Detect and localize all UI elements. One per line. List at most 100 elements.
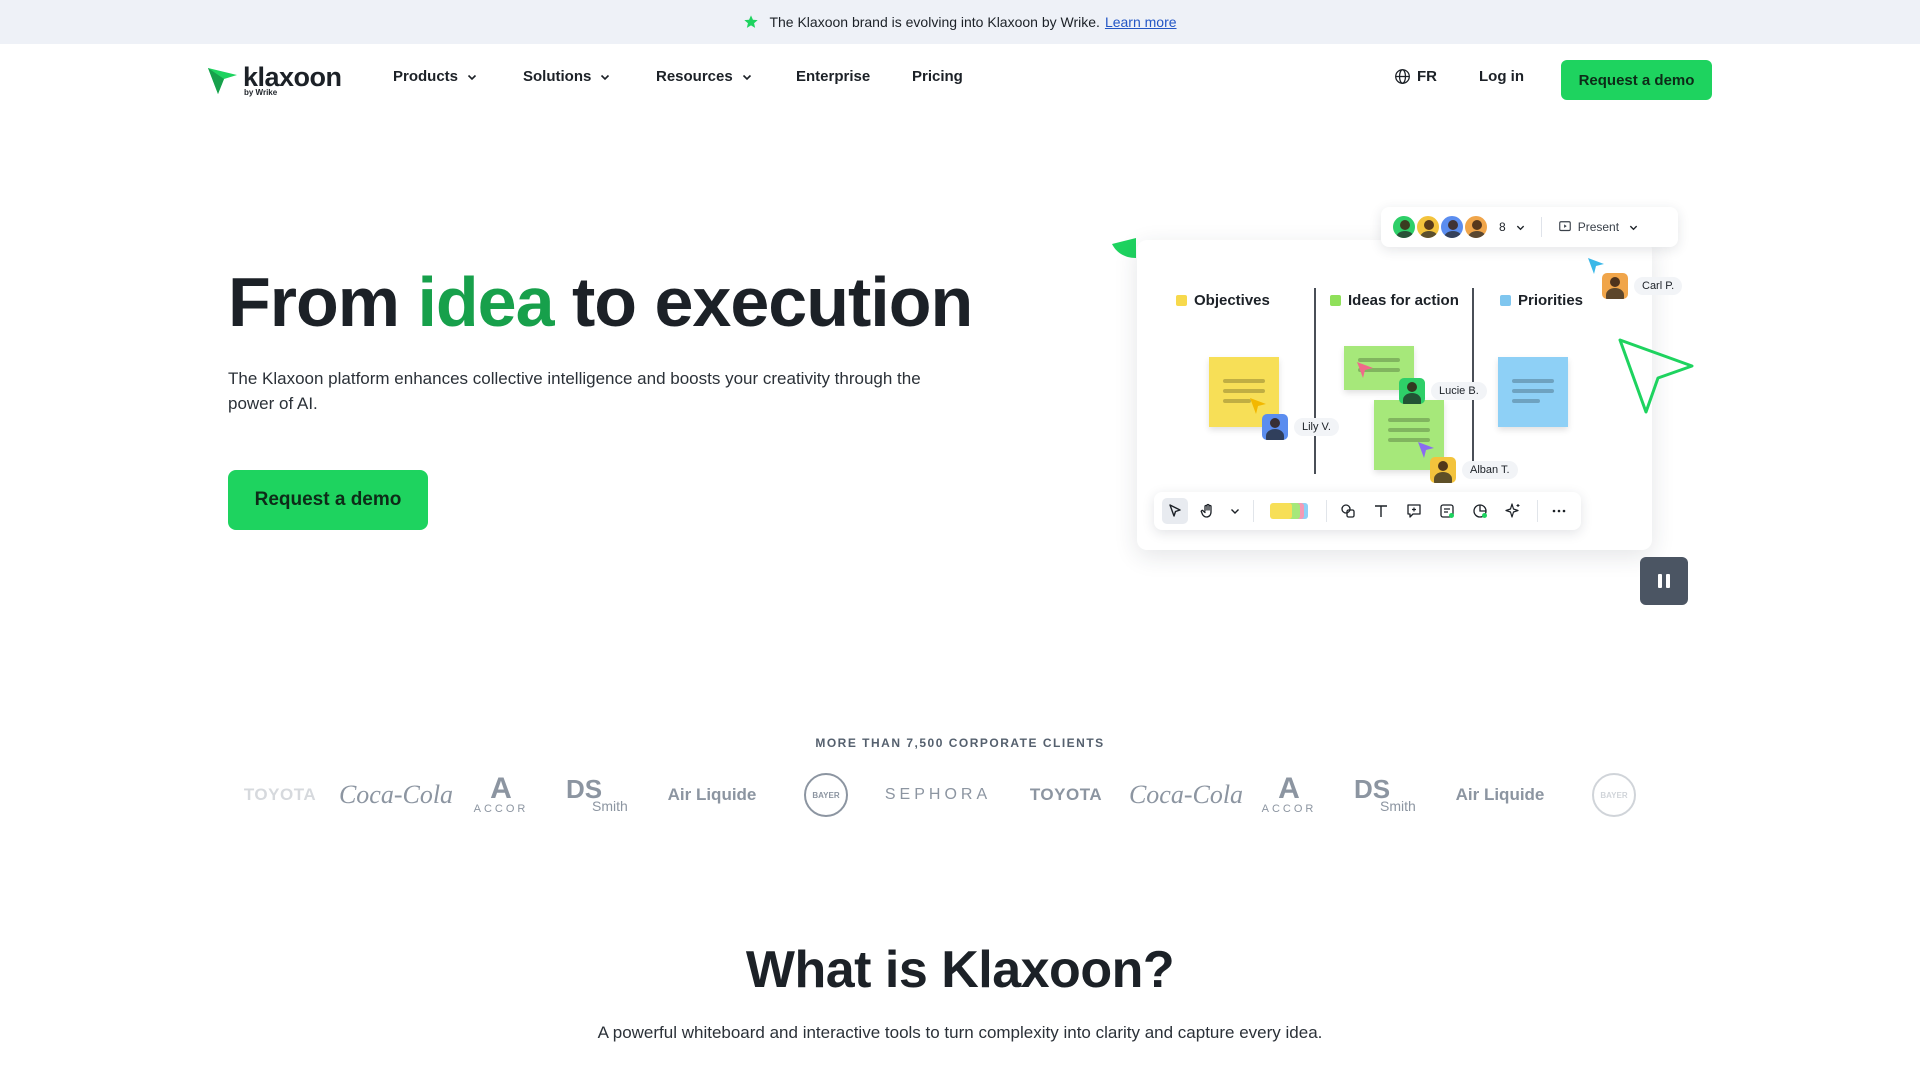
divider [1540,217,1542,237]
sparkle-icon [1505,503,1520,518]
hero-title-end: to execution [571,263,973,341]
logo-wordmark: klaxoon [243,62,342,92]
language-label: FR [1417,68,1437,85]
hero-title: From idea to execution [228,262,973,342]
text-tool[interactable] [1368,498,1394,524]
participants-bar: 8 Present [1381,207,1678,247]
participant-avatar[interactable] [1463,214,1489,240]
green-shape-decoration [1112,238,1136,258]
login-link[interactable]: Log in [1479,68,1524,85]
learn-more-link[interactable]: Learn more [1105,14,1177,30]
column-color-dot [1176,295,1187,306]
logo-text: Air Liquide [667,785,757,804]
request-demo-button-header[interactable]: Request a demo [1561,60,1712,100]
column-header-priorities: Priorities [1500,292,1583,309]
whiteboard-illustration: 8 Present Objectives Ideas for action Pr… [1110,200,1700,620]
activity-tool[interactable] [1467,498,1493,524]
nav-pricing[interactable]: Pricing [912,68,963,85]
logo-text: Air Liquide [1455,785,1545,804]
logo-text: DS [1354,773,1391,804]
chevron-down-icon[interactable] [1516,223,1525,232]
column-header-ideas: Ideas for action [1330,292,1459,309]
hand-tool-dropdown[interactable] [1228,498,1242,524]
more-icon [1552,509,1566,513]
sephora-logo: SEPHORA [884,768,992,822]
collaborator-avatar [1602,273,1628,299]
participant-avatar[interactable] [1391,214,1417,240]
divider [1537,500,1538,522]
column-divider [1472,288,1474,468]
chevron-down-icon[interactable] [1629,223,1638,232]
divider [1326,500,1327,522]
column-color-dot [1330,295,1341,306]
hand-tool[interactable] [1195,498,1221,524]
text-icon [1375,505,1387,517]
logo-text: TOYOTA [1029,785,1103,804]
logo-text: SEPHORA [884,786,992,803]
nav-pricing-label: Pricing [912,68,963,85]
client-logos-carousel: TOYOTA Coca-Cola A ACCOR DS Smith Air Liqu… [0,768,1920,822]
more-tools-button[interactable] [1546,498,1572,524]
logo-text: BAYER [804,773,848,817]
logo-text: Smith [1380,797,1416,814]
logo-text: BAYER [1592,773,1636,817]
nav-resources[interactable]: Resources [656,68,752,85]
ds-smith-logo: DS Smith [566,768,628,822]
collaborator-avatar [1430,457,1456,483]
divider [1253,500,1254,522]
column-label: Ideas for action [1348,292,1459,309]
hero-title-start: From [228,263,400,341]
cursor-arrow-icon [1357,362,1373,378]
present-button[interactable]: Present [1558,220,1619,234]
air-liquide-logo: Air Liquide [660,768,764,822]
hero-title-accent: idea [417,263,554,341]
pause-animation-button[interactable] [1640,557,1688,605]
star-icon [744,15,759,28]
cursor-label: Carl P. [1634,277,1683,295]
nav-products[interactable]: Products [393,68,477,85]
clients-heading: MORE THAN 7,500 CORPORATE CLIENTS [815,736,1105,750]
request-demo-button-hero[interactable]: Request a demo [228,470,428,530]
whiteboard-toolbar [1154,492,1581,530]
sticky-note-stack-tool[interactable] [1270,503,1308,519]
logo-text: ACCOR [473,803,529,815]
toyota-logo: TOYOTA [230,768,330,822]
cursor-arrow-icon [1250,398,1266,414]
cursor-label: Alban T. [1462,461,1518,479]
bayer-logo: BAYER [1592,768,1636,822]
nav-products-label: Products [393,68,459,85]
klaxoon-logo[interactable]: klaxoon by Wrike [207,64,342,97]
logo-text: TOYOTA [243,785,317,804]
present-label: Present [1577,220,1620,234]
nav-solutions[interactable]: Solutions [523,68,610,85]
language-switcher[interactable]: FR [1394,68,1437,85]
logo-text: ACCOR [1261,803,1317,815]
logo-text: Coca-Cola [1128,780,1244,809]
bayer-logo: BAYER [804,768,848,822]
globe-icon [1395,69,1410,84]
form-tool[interactable] [1434,498,1460,524]
chart-icon [1473,504,1487,518]
comment-tool[interactable] [1401,498,1427,524]
ai-tool[interactable] [1500,498,1526,524]
logo-text: Coca-Cola [338,780,454,809]
chevron-down-icon [467,74,477,80]
select-tool[interactable] [1162,498,1188,524]
column-divider [1314,288,1316,474]
logo-text: DS [566,773,603,804]
hand-icon [1200,503,1212,518]
air-liquide-logo: Air Liquide [1448,768,1552,822]
nav-resources-label: Resources [656,68,733,85]
ds-smith-logo: DS Smith [1354,768,1416,822]
shapes-tool[interactable] [1335,498,1361,524]
participant-avatar[interactable] [1415,214,1441,240]
participant-avatar[interactable] [1439,214,1465,240]
site-header: klaxoon by Wrike Products Solutions Reso… [0,44,1920,114]
column-color-dot [1500,295,1511,306]
nav-enterprise[interactable]: Enterprise [796,68,870,85]
cursor-label: Lucie B. [1431,382,1487,400]
chevron-down-icon [1231,509,1239,514]
accor-logo: A ACCOR [1261,772,1317,816]
section-subtitle: A powerful whiteboard and interactive to… [597,1023,1323,1042]
sticky-note[interactable] [1498,357,1568,427]
